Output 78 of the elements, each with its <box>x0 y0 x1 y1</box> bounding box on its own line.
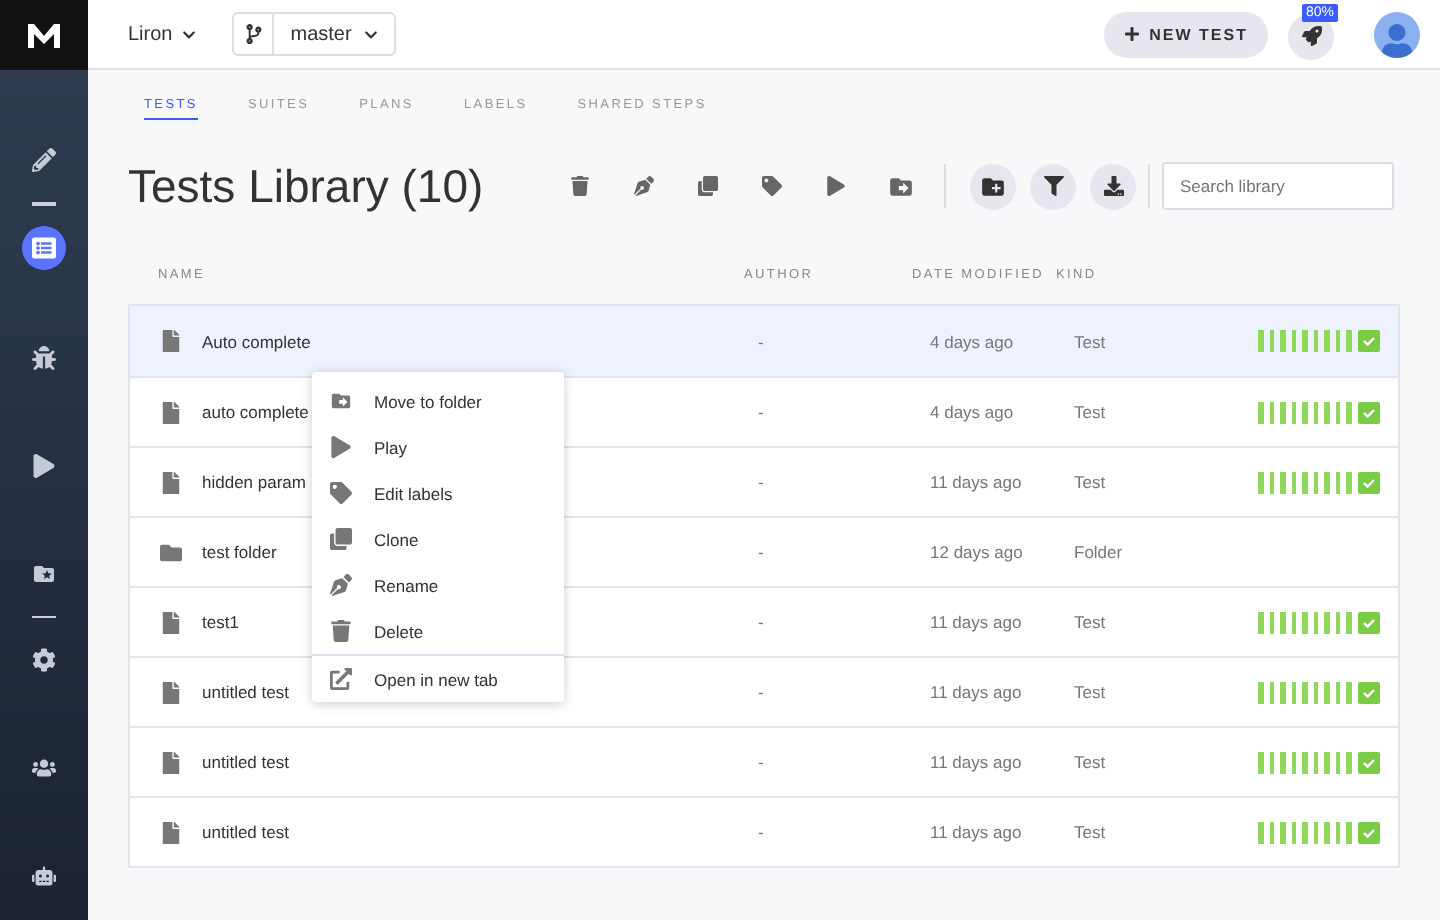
trash-icon <box>330 620 354 642</box>
menu-item[interactable]: Open in new tab <box>312 656 564 702</box>
copy-icon <box>330 528 354 550</box>
date-cell-text: 11 days ago <box>928 752 1024 772</box>
author-cell-text: - <box>756 331 766 351</box>
rocket-icon <box>1301 26 1321 46</box>
folder-move-icon <box>330 390 354 412</box>
menu-item[interactable]: Delete <box>312 608 564 654</box>
user-dropdown[interactable]: Liron <box>128 23 197 45</box>
folder-move-icon[interactable] <box>887 173 913 199</box>
new-folder-button[interactable] <box>970 163 1016 209</box>
download-button[interactable] <box>1090 163 1136 209</box>
date-cell-text: 11 days ago <box>928 682 1024 702</box>
author-cell-text: - <box>756 752 766 772</box>
tag-icon <box>330 482 354 504</box>
date-cell-text: 11 days ago <box>928 472 1024 492</box>
chevron-down-icon <box>182 27 197 41</box>
download-icon <box>1103 176 1123 196</box>
trash-icon[interactable] <box>570 176 590 196</box>
author-cell-text: - <box>756 682 766 702</box>
chevron-down-icon <box>363 27 378 41</box>
author-cell-text: - <box>756 612 766 632</box>
kind-cell-text: Test <box>1072 682 1108 702</box>
date-cell-text: 4 days ago <box>928 331 1016 351</box>
file-icon <box>160 821 182 843</box>
branch-selector[interactable]: master <box>232 12 396 56</box>
menu-item[interactable]: Edit labels <box>312 470 564 516</box>
menu-item[interactable]: Move to folder <box>312 378 564 424</box>
copy-icon[interactable] <box>698 176 718 196</box>
tag-icon[interactable] <box>762 176 782 196</box>
kind-cell-text: Test <box>1072 472 1108 492</box>
file-icon <box>160 611 182 633</box>
logo[interactable] <box>0 0 88 70</box>
test-name: untitled test <box>202 752 289 772</box>
kind-cell-text: Test <box>1072 612 1108 632</box>
new-test-button[interactable]: NEW TEST <box>1103 11 1268 57</box>
menu-item[interactable]: Clone <box>312 516 564 562</box>
author-cell-text: - <box>756 542 766 562</box>
kind-cell-text: Folder <box>1072 542 1125 562</box>
file-icon <box>160 330 182 352</box>
folder-icon <box>160 541 182 563</box>
filter-icon <box>1043 176 1063 196</box>
file-icon <box>160 401 182 423</box>
test-name: test folder <box>202 542 277 562</box>
play-icon[interactable] <box>826 176 846 196</box>
branch-icon <box>243 24 264 44</box>
filter-button[interactable] <box>1030 163 1076 209</box>
author-cell-text: - <box>756 402 766 422</box>
file-icon <box>160 681 182 703</box>
test-name: untitled test <box>202 822 289 842</box>
test-name: untitled test <box>202 682 289 702</box>
file-icon <box>160 471 182 493</box>
test-name: auto complete <box>202 402 309 422</box>
kind-cell-text: Test <box>1072 402 1108 422</box>
play-icon <box>330 436 354 458</box>
date-cell-text: 11 days ago <box>928 822 1024 842</box>
kind-cell-text: Test <box>1072 822 1108 842</box>
pen-icon[interactable] <box>634 176 654 196</box>
plus-icon <box>1123 26 1140 42</box>
date-cell-text: 12 days ago <box>928 542 1025 562</box>
test-name: hidden param <box>202 472 306 492</box>
file-icon <box>160 751 182 773</box>
kind-cell-text: Test <box>1072 752 1108 772</box>
external-link-icon <box>330 668 354 690</box>
test-name: test1 <box>202 612 239 632</box>
date-cell-text: 4 days ago <box>928 402 1016 422</box>
list-icon[interactable] <box>22 225 66 269</box>
kind-cell-text: Test <box>1072 331 1108 351</box>
pen-icon <box>330 574 354 596</box>
search-field[interactable]: Search library <box>1162 162 1394 210</box>
date-cell-text: 11 days ago <box>928 612 1024 632</box>
test-name: Auto complete <box>202 331 311 351</box>
avatar[interactable] <box>1374 11 1420 57</box>
table-row[interactable]: Auto complete - 4 days ago Test <box>130 306 1398 376</box>
page-title: Tests Library (10) <box>128 159 486 213</box>
folder-plus-icon <box>980 173 1006 199</box>
author-cell-text: - <box>756 822 766 842</box>
author-cell-text: - <box>756 472 766 492</box>
